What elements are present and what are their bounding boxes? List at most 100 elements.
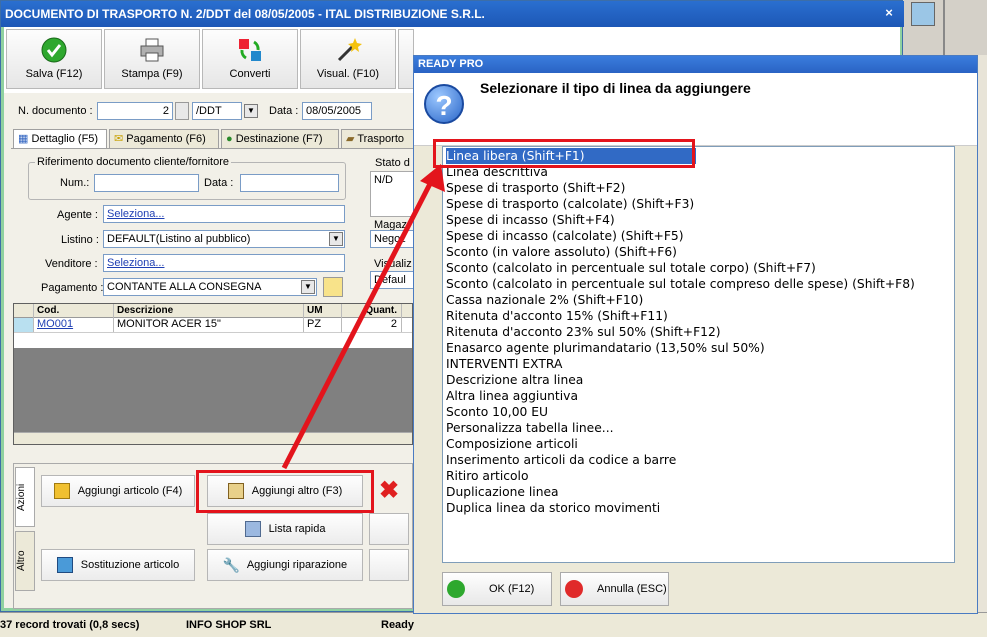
window-title: DOCUMENTO DI TRASPORTO N. 2/DDT del 08/0…: [1, 1, 904, 27]
agente-link[interactable]: Seleziona...: [107, 208, 164, 220]
save-button[interactable]: Salva (F12): [6, 29, 102, 89]
add-article-label: Aggiungi articolo (F4): [77, 485, 183, 497]
cell-cod[interactable]: MO001: [34, 318, 114, 332]
doc-number-spin[interactable]: [175, 102, 189, 120]
list-item[interactable]: Spese di incasso (Shift+F4): [446, 212, 615, 228]
question-icon: ?: [424, 84, 464, 124]
list-item[interactable]: Cassa nazionale 2% (Shift+F10): [446, 292, 643, 308]
agente-field[interactable]: Seleziona...: [103, 205, 345, 223]
add-article-button[interactable]: Aggiungi articolo (F4): [41, 475, 195, 507]
stato-field[interactable]: N/D: [370, 171, 414, 217]
reference-title: Riferimento documento cliente/fornitore: [35, 156, 231, 168]
dialog-heading: Selezionare il tipo di linea da aggiunge…: [480, 80, 751, 96]
venditore-link[interactable]: Seleziona...: [107, 257, 164, 269]
list-item[interactable]: Spese di incasso (calcolate) (Shift+F5): [446, 228, 684, 244]
stato-label: Stato d: [375, 157, 410, 169]
list-item[interactable]: Spese di trasporto (calcolate) (Shift+F3…: [446, 196, 694, 212]
delete-icon[interactable]: ✖: [369, 475, 409, 507]
list-item[interactable]: Sconto 10,00 EU: [446, 404, 548, 420]
list-item[interactable]: Sconto (in valore assoluto) (Shift+F6): [446, 244, 677, 260]
col-um[interactable]: UM: [304, 304, 342, 318]
print-button[interactable]: Stampa (F9): [104, 29, 200, 89]
doc-series-field[interactable]: /DDT: [192, 102, 242, 120]
ok-button[interactable]: OK (F12): [442, 572, 552, 606]
list-item[interactable]: Sconto (calcolato in percentuale sul tot…: [446, 260, 816, 276]
col-descrizione[interactable]: Descrizione: [114, 304, 304, 318]
line-type-list[interactable]: Linea libera (Shift+F1) Linea descrittiva…: [442, 146, 955, 563]
list-item[interactable]: Spese di trasporto (Shift+F2): [446, 180, 625, 196]
visual-button[interactable]: Visual. (F10): [300, 29, 396, 89]
table-row-empty[interactable]: [14, 333, 412, 348]
toolbar-button-partial[interactable]: [398, 29, 414, 89]
tab-destinazione[interactable]: ● Destinazione (F7): [221, 129, 339, 149]
tab-azioni[interactable]: Azioni: [15, 467, 35, 527]
add-repair-button[interactable]: 🔧 Aggiungi riparazione: [207, 549, 363, 581]
tab-altro-label: Altro: [16, 550, 27, 572]
truck-icon: ▰: [346, 133, 358, 145]
visual-label-field: Visualiz: [374, 258, 412, 270]
list-item[interactable]: Enasarco agente plurimandatario (13,50% …: [446, 340, 765, 356]
cell-um[interactable]: PZ: [304, 318, 342, 332]
cart-button[interactable]: [369, 549, 409, 581]
cancel-button[interactable]: Annulla (ESC): [560, 572, 669, 606]
list-item[interactable]: Inserimento articoli da codice a barre: [446, 452, 676, 468]
replace-article-button[interactable]: Sostituzione articolo: [41, 549, 195, 581]
listino-select[interactable]: DEFAULT(Listino al pubblico): [103, 230, 345, 248]
tab-divider: [11, 148, 414, 149]
chevron-down-icon[interactable]: ▼: [301, 280, 315, 294]
list-item[interactable]: Descrizione altra linea: [446, 372, 583, 388]
pagamento-select[interactable]: CONTANTE ALLA CONSEGNA: [103, 278, 317, 296]
tab-altro[interactable]: Altro: [15, 531, 35, 591]
row-selector[interactable]: [14, 318, 34, 332]
doc-number-field[interactable]: 2: [97, 102, 173, 120]
horizontal-scrollbar[interactable]: [14, 432, 412, 444]
convert-label: Converti: [229, 68, 271, 80]
users-icon[interactable]: [911, 2, 935, 26]
close-icon[interactable]: ×: [881, 5, 897, 21]
venditore-field[interactable]: Seleziona...: [103, 254, 345, 272]
doc-number-label: N. documento :: [18, 105, 93, 117]
chevron-down-icon[interactable]: ▼: [329, 232, 343, 246]
quick-list-button[interactable]: Lista rapida: [207, 513, 363, 545]
list-item[interactable]: Duplicazione linea: [446, 484, 559, 500]
col-cod[interactable]: Cod.: [34, 304, 114, 318]
tab-trasporto[interactable]: ▰ Trasporto: [341, 129, 415, 149]
cell-quant[interactable]: 2: [342, 318, 402, 332]
list-icon: [244, 521, 261, 538]
grid-rowselector-header: [14, 304, 34, 318]
list-item[interactable]: Personalizza tabella linee...: [446, 420, 614, 436]
grid-header: Cod. Descrizione UM Quant.: [14, 304, 412, 318]
visual-label: Visual. (F10): [316, 68, 380, 80]
data-ref-field[interactable]: [240, 174, 339, 192]
table-row[interactable]: MO001 MONITOR ACER 15" PZ 2: [14, 318, 412, 333]
chevron-down-icon[interactable]: ▼: [244, 104, 258, 118]
num-field[interactable]: [94, 174, 199, 192]
cod-link[interactable]: MO001: [37, 318, 73, 330]
magaz-field[interactable]: Negoz: [370, 230, 414, 248]
tab-dettaglio[interactable]: ▦ Dettaglio (F5): [13, 129, 107, 149]
date-field[interactable]: 08/05/2005: [302, 102, 372, 120]
folder-icon[interactable]: [323, 277, 343, 297]
list-item[interactable]: INTERVENTI EXTRA: [446, 356, 562, 372]
convert-button[interactable]: Converti: [202, 29, 298, 89]
list-item[interactable]: Duplica linea da storico movimenti: [446, 500, 660, 516]
list-item[interactable]: Ritenuta d'acconto 15% (Shift+F11): [446, 308, 668, 324]
num-label: Num.:: [60, 177, 90, 189]
cell-descrizione[interactable]: MONITOR ACER 15": [114, 318, 304, 332]
partial-action-button[interactable]: [369, 513, 409, 545]
tab-pagamento-label: Pagamento (F6): [126, 133, 206, 145]
date-label: Data :: [269, 105, 299, 117]
replace-icon: [56, 557, 73, 574]
calendar-icon: ▦: [18, 133, 32, 145]
list-item[interactable]: Ritenuta d'acconto 23% sul 50% (Shift+F1…: [446, 324, 721, 340]
check-icon: [41, 37, 67, 63]
status-records: 37 record trovati (0,8 secs): [0, 619, 140, 631]
list-item[interactable]: Composizione articoli: [446, 436, 578, 452]
list-item[interactable]: Sconto (calcolato in percentuale sul tot…: [446, 276, 915, 292]
col-quant[interactable]: Quant.: [342, 304, 402, 318]
tab-pagamento[interactable]: ✉ Pagamento (F6): [109, 129, 219, 149]
list-item[interactable]: Altra linea aggiuntiva: [446, 388, 578, 404]
list-item[interactable]: Ritiro articolo: [446, 468, 528, 484]
visual-field[interactable]: Defaul: [370, 271, 414, 289]
cancel-label: Annulla (ESC): [597, 583, 667, 595]
